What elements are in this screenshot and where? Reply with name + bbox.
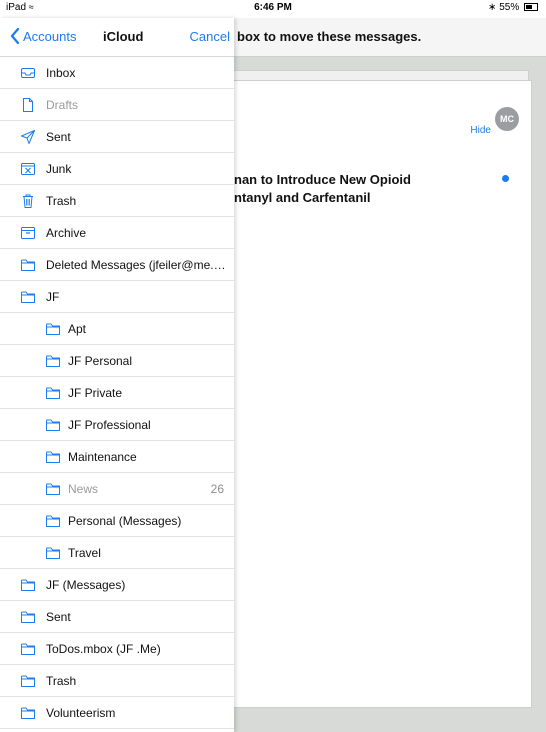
folder-icon <box>45 353 61 369</box>
mailbox-item-sent[interactable]: Sent <box>0 601 234 633</box>
message-card: MC Hide nan to Introduce New Opioid ntan… <box>234 80 532 708</box>
mailbox-item-label: JF Professional <box>68 417 151 432</box>
mailbox-item-apt[interactable]: Apt <box>0 313 234 345</box>
status-bar: iPad ≈ 6:46 PM ∗ 55% <box>0 0 546 18</box>
unread-count: 26 <box>210 481 224 496</box>
mailbox-item-drafts[interactable]: Drafts <box>0 89 234 121</box>
mailbox-item-volunteerism[interactable]: Volunteerism <box>0 697 234 729</box>
mailbox-item-label: Sent <box>46 609 71 624</box>
message-subject: nan to Introduce New Opioid ntanyl and C… <box>234 171 411 207</box>
unread-dot <box>502 175 509 182</box>
mailbox-item-news[interactable]: News 26 <box>0 473 234 505</box>
subject-line-1: nan to Introduce New Opioid <box>234 172 411 187</box>
mailbox-item-archive[interactable]: Archive <box>0 217 234 249</box>
mailbox-item-label: ToDos.mbox (JF .Me) <box>46 641 161 656</box>
mailbox-item-label: Personal (Messages) <box>68 513 182 528</box>
folder-icon <box>20 609 36 625</box>
mailbox-item-personal-messages[interactable]: Personal (Messages) <box>0 505 234 537</box>
sidebar-title: iCloud <box>103 29 144 44</box>
mailbox-item-label: Maintenance <box>68 449 137 464</box>
mailbox-item-label: Drafts <box>46 97 79 112</box>
hide-link[interactable]: Hide <box>470 125 491 136</box>
mailbox-item-maintenance[interactable]: Maintenance <box>0 441 234 473</box>
mailbox-item-jf-professional[interactable]: JF Professional <box>0 409 234 441</box>
junk-icon <box>20 161 36 177</box>
mailbox-list: Inbox Drafts Sent Junk Trash Archive Deleted M… <box>0 57 234 732</box>
mailbox-item-label: JF Personal <box>68 353 133 368</box>
mailbox-item-label: Inbox <box>46 65 76 80</box>
inbox-icon <box>20 65 36 81</box>
archive-icon <box>20 225 36 241</box>
mailbox-item-label: Travel <box>68 545 101 560</box>
mailbox-item-jf-personal[interactable]: JF Personal <box>0 345 234 377</box>
sidebar-navbar: Accounts iCloud Cancel <box>0 18 234 57</box>
move-instruction-bar: box to move these messages. <box>234 18 546 57</box>
mailbox-item-label: JF Private <box>68 385 123 400</box>
mailbox-item-junk[interactable]: Junk <box>0 153 234 185</box>
mailbox-item-label: Junk <box>46 161 72 176</box>
mailbox-item-trash[interactable]: Trash <box>0 185 234 217</box>
avatar: MC <box>495 107 519 131</box>
mailbox-item-sent[interactable]: Sent <box>0 121 234 153</box>
back-label: Accounts <box>23 28 77 44</box>
mailbox-item-label: News <box>68 481 99 496</box>
mailbox-item-jf-private[interactable]: JF Private <box>0 377 234 409</box>
folder-icon <box>20 705 36 721</box>
mailbox-item-trash[interactable]: Trash <box>0 665 234 697</box>
mailbox-item-label: JF <box>46 289 60 304</box>
cancel-button[interactable]: Cancel <box>190 29 230 44</box>
mailbox-item-todos-mbox-jf-me[interactable]: ToDos.mbox (JF .Me) <box>0 633 234 665</box>
folder-icon <box>45 321 61 337</box>
chevron-left-icon <box>10 28 20 44</box>
mailbox-item-label: Trash <box>46 673 77 688</box>
folder-icon <box>20 641 36 657</box>
mailbox-item-label: Apt <box>68 321 87 336</box>
folder-icon <box>20 289 36 305</box>
folder-icon <box>45 481 61 497</box>
mailbox-item-deleted-messages-jfeiler-me-c[interactable]: Deleted Messages (jfeiler@me.c... <box>0 249 234 281</box>
mailbox-item-label: Trash <box>46 193 77 208</box>
folder-icon <box>45 545 61 561</box>
folder-icon <box>20 673 36 689</box>
folder-icon <box>20 577 36 593</box>
mailbox-item-label: Volunteerism <box>46 705 116 720</box>
folder-icon <box>45 417 61 433</box>
trash-icon <box>20 193 36 209</box>
status-battery: ∗ 55% <box>488 2 538 13</box>
mailbox-item-label: Archive <box>46 225 87 240</box>
mailbox-item-label: JF (Messages) <box>46 577 126 592</box>
folder-icon <box>45 513 61 529</box>
mailbox-item-jf-messages[interactable]: JF (Messages) <box>0 569 234 601</box>
sent-icon <box>20 129 36 145</box>
folder-icon <box>45 385 61 401</box>
battery-percent: 55% <box>499 2 520 13</box>
mailbox-item-label: Sent <box>46 129 71 144</box>
move-instruction: box to move these messages. <box>237 29 422 44</box>
mailbox-sidebar: Accounts iCloud Cancel Inbox Drafts Sent Ju… <box>0 18 234 732</box>
folder-icon <box>20 257 36 273</box>
status-time: 6:46 PM <box>254 2 292 13</box>
subject-line-2: ntanyl and Carfentanil <box>234 190 371 205</box>
mailbox-item-travel[interactable]: Travel <box>0 537 234 569</box>
battery-icon <box>524 3 538 12</box>
accounts-back-button[interactable]: Accounts <box>10 28 76 44</box>
mailbox-item-inbox[interactable]: Inbox <box>0 57 234 89</box>
mailbox-item-jf[interactable]: JF <box>0 281 234 313</box>
draft-icon <box>20 97 36 113</box>
folder-icon <box>45 449 61 465</box>
mailbox-item-label: Deleted Messages (jfeiler@me.c... <box>46 257 228 272</box>
bluetooth-icon: ∗ <box>488 2 497 13</box>
